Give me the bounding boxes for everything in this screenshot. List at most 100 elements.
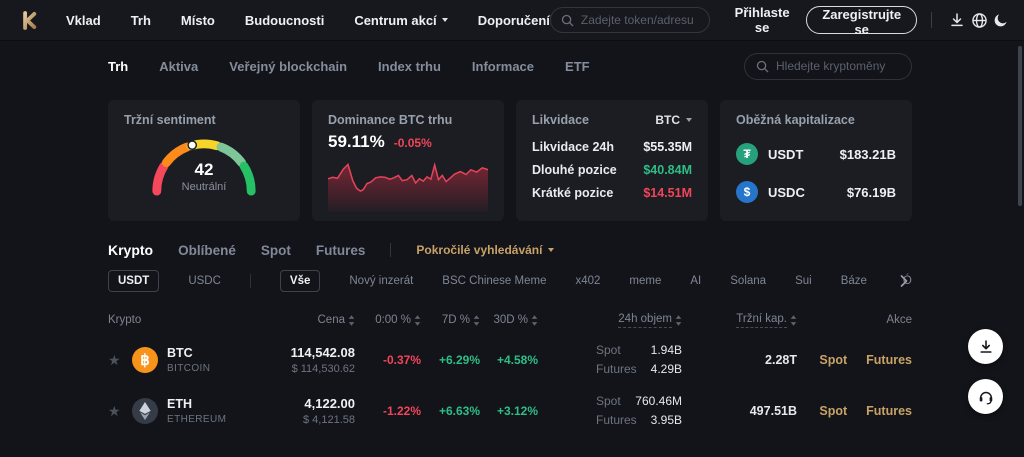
spot-trade-link[interactable]: Spot bbox=[819, 404, 847, 418]
crypto-search-box[interactable] bbox=[744, 52, 912, 80]
search-icon bbox=[561, 14, 574, 26]
card-btc-dominance[interactable]: Dominance BTC trhu 59.11% -0.05% bbox=[312, 100, 504, 221]
table-row-eth[interactable]: ★ ETH ETHEREUM 4,122.00 $ 4,121.58 -1.22… bbox=[108, 385, 912, 436]
chip-bsc-chinese-meme[interactable]: BSC Chinese Meme bbox=[442, 275, 546, 287]
market-subnav: Trh Aktiva Veřejný blockchain Index trhu Inf… bbox=[108, 48, 912, 84]
sentiment-label: Neutrální bbox=[181, 181, 227, 193]
futures-trade-link[interactable]: Futures bbox=[866, 353, 912, 367]
vol-futures-value: 4.29B bbox=[650, 362, 682, 376]
eth-coin-icon bbox=[132, 397, 158, 424]
market-page: Vklad Trh Místo Budoucnosti Centrum akcí Dopo… bbox=[0, 0, 1024, 457]
vol-futures-value: 3.95B bbox=[650, 413, 682, 427]
price-cell: 4,122.00 $ 4,121.58 bbox=[258, 396, 355, 426]
price-cell: 114,542.08 $ 114,530.62 bbox=[258, 345, 355, 375]
headset-icon bbox=[979, 391, 992, 404]
chip-usdt[interactable]: USDT bbox=[108, 270, 160, 292]
subnav-tab-aktiva[interactable]: Aktiva bbox=[159, 59, 198, 74]
nav-item-trh[interactable]: Trh bbox=[131, 13, 151, 28]
header-price[interactable]: Cena bbox=[258, 314, 355, 326]
tabs-divider bbox=[390, 243, 392, 257]
dark-mode-moon-icon[interactable] bbox=[990, 7, 1012, 33]
market-tab-oblibene[interactable]: Oblíbené bbox=[178, 243, 236, 258]
vol-spot-label: Spot bbox=[596, 343, 621, 357]
futures-trade-link[interactable]: Futures bbox=[866, 404, 912, 418]
change-7d: +6.29% bbox=[438, 352, 480, 367]
nav-item-centrum-akci[interactable]: Centrum akcí bbox=[354, 13, 448, 28]
nav-item-label: Místo bbox=[180, 12, 215, 28]
stat-cards: Tržní sentiment 42 Neutrální Dominance B… bbox=[108, 100, 912, 221]
market-tab-futures[interactable]: Futures bbox=[316, 243, 366, 258]
chip-meme[interactable]: meme bbox=[629, 275, 661, 287]
liquidation-row: Likvidace 24h $55.35M bbox=[532, 140, 692, 154]
chip-sui[interactable]: Sui bbox=[795, 275, 812, 287]
chip-ai[interactable]: AI bbox=[690, 275, 701, 287]
download-app-fab[interactable] bbox=[968, 329, 1003, 364]
nav-item-label: Trh bbox=[130, 12, 151, 28]
header-market-cap[interactable]: Tržní kap. bbox=[682, 313, 797, 328]
nav-item-budoucnosti[interactable]: Budoucnosti bbox=[245, 13, 324, 28]
chips-scroll-right[interactable] bbox=[896, 272, 912, 290]
favorite-star-icon[interactable]: ★ bbox=[108, 404, 132, 418]
chip-vse[interactable]: Vše bbox=[279, 270, 321, 292]
change-7d: +6.63% bbox=[438, 403, 480, 418]
card-circulating-cap[interactable]: Oběžná kapitalizace ₮ USDT $183.21B $ US… bbox=[720, 100, 912, 221]
header-change-7d[interactable]: 7D % bbox=[421, 314, 480, 326]
market-tabs-row: Krypto Oblíbené Spot Futures Pokročilé vyhl… bbox=[108, 242, 912, 258]
coin-symbol: BTC bbox=[167, 345, 193, 360]
price-usd: $ 4,121.58 bbox=[303, 413, 355, 426]
token-search-box[interactable] bbox=[549, 7, 710, 33]
header-volume-24h[interactable]: 24h objem bbox=[538, 313, 682, 328]
chip-novy-inzerat[interactable]: Nový inzerát bbox=[349, 275, 413, 287]
advanced-search-toggle[interactable]: Pokročilé vyhledávání bbox=[416, 243, 555, 257]
card-market-sentiment[interactable]: Tržní sentiment 42 Neutrální bbox=[108, 100, 300, 221]
subnav-tab-informace[interactable]: Informace bbox=[472, 59, 534, 74]
page-scrollbar-thumb[interactable] bbox=[1018, 46, 1022, 206]
market-tab-spot[interactable]: Spot bbox=[261, 243, 291, 258]
download-app-icon[interactable] bbox=[946, 7, 968, 33]
change-30d: +3.12% bbox=[496, 403, 538, 418]
main-content: Trh Aktiva Veřejný blockchain Index trhu Inf… bbox=[108, 48, 912, 436]
liquidation-row: Krátké pozice $14.51M bbox=[532, 186, 692, 200]
chip-solana[interactable]: Solana bbox=[730, 275, 766, 287]
favorite-star-icon[interactable]: ★ bbox=[108, 353, 132, 367]
usdc-icon: $ bbox=[736, 181, 758, 203]
dominance-area-chart bbox=[328, 155, 488, 212]
language-globe-icon[interactable] bbox=[968, 7, 990, 33]
chip-baze[interactable]: Báze bbox=[841, 275, 867, 287]
spot-trade-link[interactable]: Spot bbox=[819, 353, 847, 367]
crypto-search-input[interactable] bbox=[776, 59, 900, 73]
liquidation-asset-select[interactable]: BTC bbox=[655, 113, 692, 127]
chip-usdc[interactable]: USDC bbox=[188, 275, 221, 287]
dominance-value: 59.11% bbox=[328, 132, 385, 151]
subnav-tab-trh[interactable]: Trh bbox=[108, 59, 128, 74]
subnav-tab-index-trhu[interactable]: Index trhu bbox=[378, 59, 441, 74]
market-cap-value: 497.51B bbox=[749, 403, 797, 418]
login-button[interactable]: Přihlaste se bbox=[731, 5, 793, 35]
liq-label: Krátké pozice bbox=[532, 186, 614, 200]
nav-item-vklad[interactable]: Vklad bbox=[66, 13, 101, 28]
nav-item-doporuceni[interactable]: Doporučení bbox=[478, 13, 550, 28]
card-title: Tržní sentiment bbox=[124, 113, 216, 127]
chip-x402[interactable]: x402 bbox=[575, 275, 600, 287]
support-chat-fab[interactable] bbox=[968, 379, 1003, 414]
liq-value: $40.84M bbox=[643, 163, 692, 177]
topbar-divider bbox=[931, 12, 932, 28]
table-row-btc[interactable]: ★ ฿ BTC BITCOIN 114,542.08 $ 114,530.62 … bbox=[108, 334, 912, 385]
advanced-search-label: Pokročilé vyhledávání bbox=[416, 243, 543, 257]
market-tab-krypto[interactable]: Krypto bbox=[108, 242, 153, 258]
card-liquidation[interactable]: Likvidace BTC Likvidace 24h $55.35M Dlou… bbox=[516, 100, 708, 221]
selected-asset: BTC bbox=[655, 113, 680, 127]
token-search-input[interactable] bbox=[580, 13, 699, 27]
search-icon bbox=[756, 60, 769, 72]
header-change-30d[interactable]: 30D % bbox=[480, 314, 538, 326]
card-title: Dominance BTC trhu bbox=[328, 113, 453, 127]
chips-divider bbox=[249, 274, 251, 288]
subnav-tab-etf[interactable]: ETF bbox=[565, 59, 590, 74]
header-coin: Krypto bbox=[108, 314, 142, 326]
subnav-tab-verejny-blockchain[interactable]: Veřejný blockchain bbox=[229, 59, 347, 74]
nav-item-misto[interactable]: Místo bbox=[181, 13, 215, 28]
header-change-0[interactable]: 0:00 % bbox=[355, 314, 421, 326]
register-button[interactable]: Zaregistrujte se bbox=[806, 6, 918, 37]
top-navigation-bar: Vklad Trh Místo Budoucnosti Centrum akcí Dopo… bbox=[0, 0, 1024, 41]
kucoin-logo[interactable] bbox=[19, 10, 40, 31]
